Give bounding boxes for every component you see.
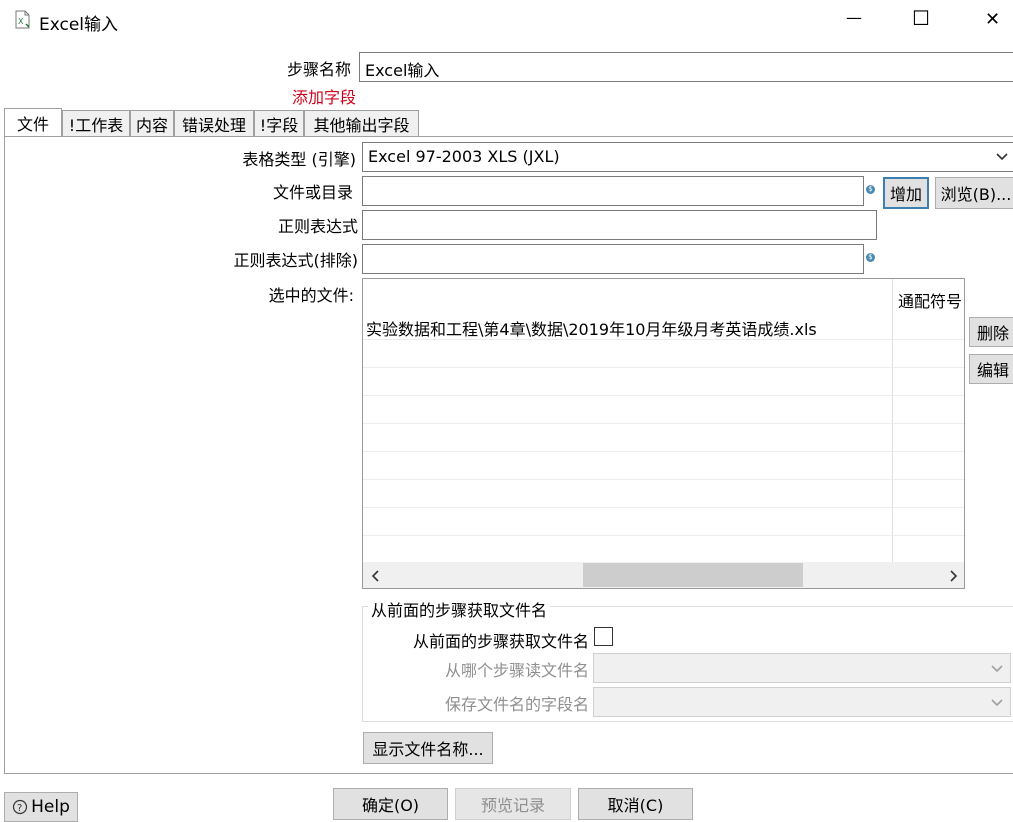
row-divider — [363, 451, 964, 452]
step-name-value: Excel输入 — [365, 61, 440, 80]
scroll-left-icon[interactable] — [371, 570, 381, 582]
file-path-cell: 实验数据和工程\第4章\数据\2019年10月年级月考英语成绩.xls — [366, 320, 817, 339]
excel-file-icon: X — [15, 10, 30, 29]
selected-files-table[interactable]: 通配符号 实验数据和工程\第4章\数据\2019年10月年级月考英语成绩.xls — [362, 278, 965, 589]
chevron-down-icon — [991, 665, 1003, 673]
read-step-label: 从哪个步骤读文件名 — [444, 661, 589, 680]
tab-content[interactable]: 内容 — [130, 110, 174, 136]
step-name-label: 步骤名称 — [286, 60, 351, 79]
add-field-link[interactable]: 添加字段 — [292, 84, 356, 108]
spreadsheet-type-value: Excel 97-2003 XLS (JXL) — [368, 147, 560, 166]
scrollbar-thumb[interactable] — [583, 563, 803, 587]
close-button[interactable]: ✕ — [985, 9, 1000, 30]
row-divider — [363, 507, 964, 508]
svg-text:X: X — [18, 17, 24, 26]
ok-button[interactable]: 确定(O) — [333, 788, 448, 820]
row-divider — [363, 423, 964, 424]
tab-file-label: 文件 — [16, 114, 49, 134]
tab-file[interactable]: 文件 — [4, 108, 62, 136]
step-name-input[interactable]: Excel输入 — [359, 52, 1013, 82]
row-divider — [363, 395, 964, 396]
variable-icon: $ — [866, 253, 875, 262]
spreadsheet-type-label: 表格类型 (引擎) — [242, 150, 356, 169]
add-file-button[interactable]: 增加 — [883, 177, 929, 209]
title-bar: X Excel输入 — ☐ ✕ — [0, 0, 1013, 42]
chevron-down-icon — [991, 699, 1003, 707]
table-header: 通配符号 — [363, 279, 964, 312]
help-icon: ? — [13, 799, 28, 815]
tab-sheet-label: !工作表 — [68, 115, 124, 135]
maximize-button[interactable]: ☐ — [912, 6, 930, 30]
chevron-down-icon — [996, 153, 1008, 161]
table-row[interactable]: 实验数据和工程\第4章\数据\2019年10月年级月考英语成绩.xls — [363, 311, 964, 339]
regex-label: 正则表达式 — [277, 217, 358, 236]
window-title: Excel输入 — [39, 15, 119, 35]
preview-button[interactable]: 预览记录 — [455, 788, 571, 820]
tab-other-label: 其他输出字段 — [313, 115, 410, 135]
cancel-button[interactable]: 取消(C) — [578, 788, 693, 820]
tab-fields[interactable]: !字段 — [254, 110, 304, 136]
browse-button[interactable]: 浏览(B)... — [935, 177, 1013, 209]
from-prev-checkbox[interactable] — [594, 627, 613, 646]
selected-files-label: 选中的文件: — [268, 286, 354, 305]
tab-error-label: 错误处理 — [181, 115, 246, 135]
tab-sheet[interactable]: !工作表 — [62, 110, 130, 136]
spreadsheet-type-select[interactable]: Excel 97-2003 XLS (JXL) — [362, 142, 1013, 172]
from-prev-group-title: 从前面的步骤获取文件名 — [368, 597, 551, 621]
column-header-wildcard[interactable]: 通配符号 — [898, 288, 964, 312]
svg-text:?: ? — [17, 803, 22, 814]
regex-exclude-label: 正则表达式(排除) — [233, 251, 359, 270]
tab-content-label: 内容 — [135, 115, 168, 135]
row-divider — [363, 367, 964, 368]
read-step-select[interactable] — [593, 653, 1011, 683]
tab-other-output-fields[interactable]: 其他输出字段 — [304, 110, 419, 136]
help-button-label: Help — [31, 797, 70, 817]
row-divider — [363, 479, 964, 480]
field-name-select[interactable] — [593, 687, 1011, 717]
file-or-dir-input[interactable] — [362, 176, 864, 206]
minimize-button[interactable]: — — [846, 8, 862, 27]
row-divider — [363, 339, 964, 340]
variable-icon: $ — [866, 185, 875, 194]
scroll-right-icon[interactable] — [948, 570, 958, 582]
regex-input[interactable] — [362, 210, 877, 240]
edit-button[interactable]: 编辑 — [969, 354, 1013, 384]
file-or-dir-label: 文件或目录 — [272, 183, 353, 202]
horizontal-scrollbar[interactable] — [363, 562, 964, 588]
from-prev-checkbox-label: 从前面的步骤获取文件名 — [412, 632, 589, 651]
delete-button[interactable]: 删除 — [969, 317, 1013, 347]
tab-fields-label: !字段 — [259, 115, 299, 135]
regex-exclude-input[interactable] — [362, 244, 864, 274]
row-divider — [363, 535, 964, 536]
show-filenames-button[interactable]: 显示文件名称... — [363, 732, 493, 764]
tab-error-handling[interactable]: 错误处理 — [174, 110, 254, 136]
field-name-label: 保存文件名的字段名 — [444, 695, 589, 714]
